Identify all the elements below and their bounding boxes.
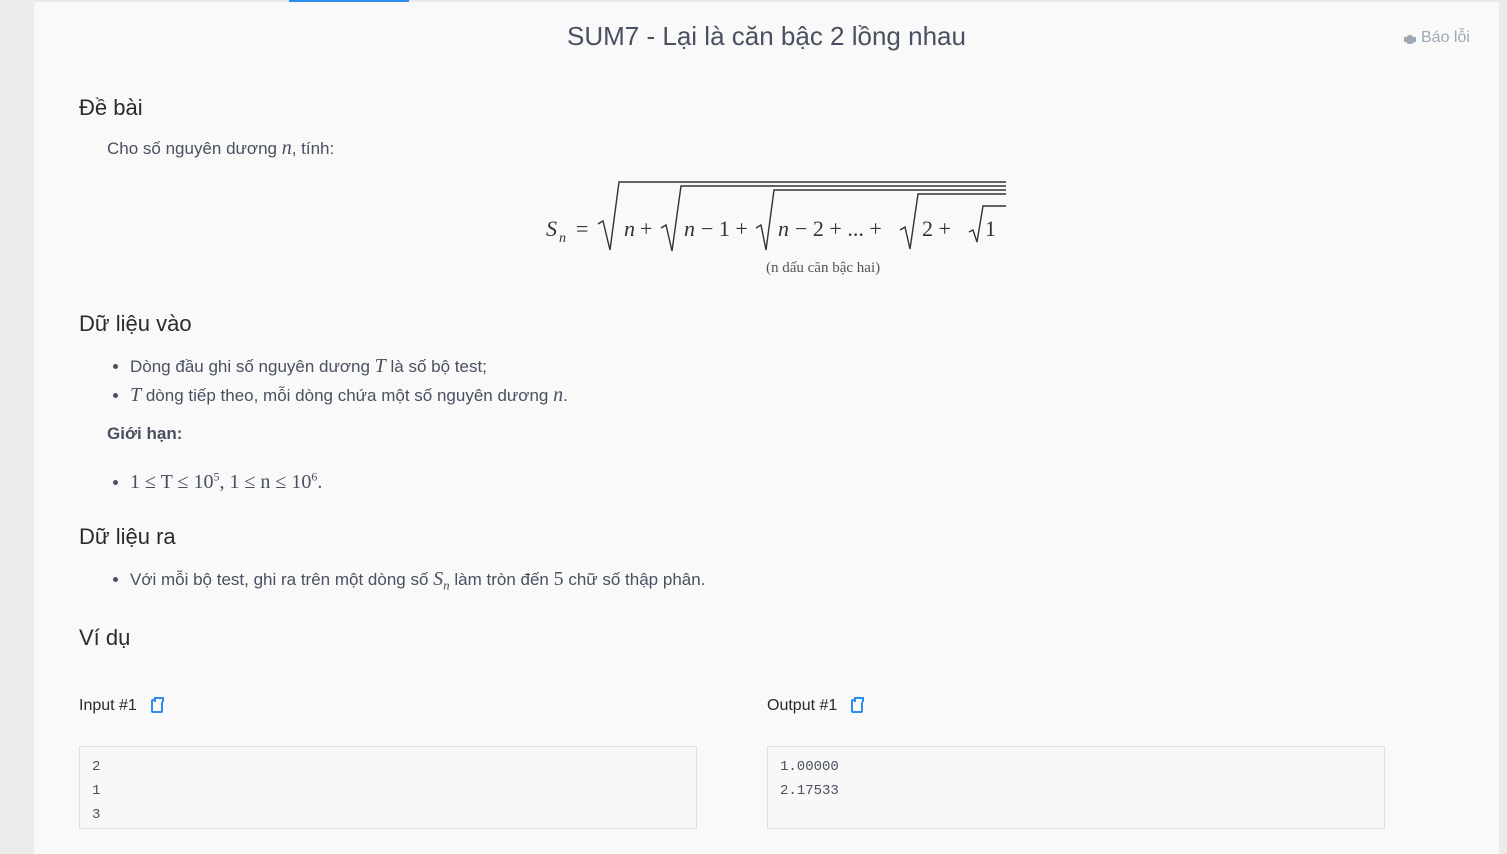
input-sample-box[interactable]: 2 1 3: [79, 746, 697, 829]
input-label-text: Input #1: [79, 697, 137, 714]
item-text: Với mỗi bộ test, ghi ra trên một dòng số: [130, 570, 434, 589]
output-label-text: Output #1: [767, 697, 838, 714]
report-bug-label: Báo lỗi: [1421, 29, 1470, 46]
item-text: .: [563, 386, 568, 405]
formula-n: n: [624, 216, 635, 241]
formula-lhs: S: [546, 216, 557, 241]
page-title: SUM7 - Lại là căn bậc 2 lồng nhau: [567, 21, 966, 51]
report-bug-button[interactable]: Báo lỗi: [1404, 29, 1470, 47]
limits-label: Giới hạn:: [107, 424, 183, 443]
list-item: 1 ≤ T ≤ 105, 1 ≤ n ≤ 106.: [130, 462, 322, 497]
formula-note: (n dấu căn bậc hai): [766, 260, 880, 276]
var-T: T: [374, 355, 386, 377]
limits-list: 1 ≤ T ≤ 105, 1 ≤ n ≤ 106.: [108, 462, 322, 497]
problem-panel: SUM7 - Lại là căn bậc 2 lồng nhau Báo lỗ…: [34, 0, 1499, 854]
num-5: 5: [553, 568, 564, 590]
active-tab-indicator: [289, 0, 409, 2]
statement-intro: Cho số nguyên dương n, tính:: [107, 137, 334, 160]
formula-two-plus: 2 +: [922, 216, 951, 241]
input-heading: Dữ liệu vào: [79, 311, 192, 336]
list-item: Dòng đầu ghi số nguyên dương T là số bộ …: [130, 352, 568, 381]
intro-suffix: , tính:: [291, 139, 335, 158]
output-example-label: Output #1: [767, 697, 865, 715]
input-list: Dòng đầu ghi số nguyên dương T là số bộ …: [108, 352, 568, 410]
output-sample-box[interactable]: 1.00000 2.17533: [767, 746, 1385, 829]
intro-var-n: n: [281, 137, 292, 159]
var-n: n: [553, 384, 564, 406]
item-text: làm tròn đến: [449, 570, 554, 589]
examples-heading: Ví dụ: [79, 625, 131, 650]
clipboard-icon[interactable]: [851, 697, 865, 713]
formula-lhs-sub: n: [559, 231, 566, 246]
output-list: Với mỗi bộ test, ghi ra trên một dòng số…: [108, 565, 705, 599]
item-text: dòng tiếp theo, mỗi dòng chứa một số ngu…: [141, 386, 554, 405]
statement-heading: Đề bài: [79, 95, 143, 120]
formula-sn: S n = n + n − 1 + n − 2 + ... + 2 + 1 (n…: [546, 178, 1027, 293]
limits-part-b: , 1 ≤ n ≤ 10: [219, 470, 312, 493]
limits-formula: 1 ≤ T ≤ 105, 1 ≤ n ≤ 106.: [130, 469, 323, 493]
item-text: Dòng đầu ghi số nguyên dương: [130, 357, 375, 376]
output-heading: Dữ liệu ra: [79, 524, 176, 549]
formula-n2: n: [684, 216, 695, 241]
input-example-label: Input #1: [79, 697, 164, 715]
top-shadow: [34, 0, 1499, 3]
limits-part-a: 1 ≤ T ≤ 10: [130, 470, 214, 493]
intro-text: Cho số nguyên dương: [107, 139, 282, 158]
list-item: T dòng tiếp theo, mỗi dòng chứa một số n…: [130, 381, 568, 410]
var-S: S: [433, 568, 444, 590]
formula-n3: n: [778, 216, 789, 241]
item-text: chữ số thập phân.: [563, 570, 706, 589]
item-text: là số bộ test;: [385, 357, 487, 376]
formula-minus2: − 2 + ... +: [795, 216, 882, 241]
formula-equals: =: [576, 216, 588, 241]
var-T: T: [130, 384, 142, 406]
scrollbar-track[interactable]: [1499, 0, 1507, 854]
formula-plus1: +: [640, 216, 652, 241]
limits-end: .: [317, 470, 323, 493]
list-item: Với mỗi bộ test, ghi ra trên một dòng số…: [130, 565, 705, 599]
formula-one: 1: [985, 216, 996, 241]
clipboard-icon[interactable]: [150, 697, 164, 713]
bug-icon: [1404, 32, 1416, 44]
formula-minus1: − 1 +: [701, 216, 748, 241]
